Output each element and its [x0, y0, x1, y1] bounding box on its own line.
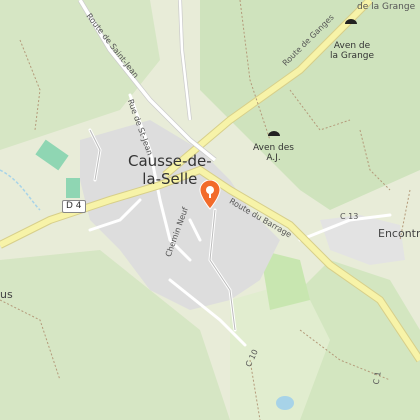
- label-left-partial: us: [0, 288, 13, 301]
- location-pin-icon[interactable]: [198, 179, 222, 214]
- place-label-aven-de-la-grange: Aven de la Grange: [330, 41, 375, 61]
- map-canvas[interactable]: Causse-de- la-Selle Aven de la Grange Av…: [0, 0, 420, 420]
- label-encontre: Encontre: [378, 227, 420, 240]
- place-label-aven-des-aj: Aven des A.J.: [253, 143, 294, 163]
- road-label-c13: C 13: [340, 212, 359, 221]
- road-shield-d4: D 4: [62, 200, 86, 213]
- label-de-la-grange: de la Grange: [357, 2, 416, 12]
